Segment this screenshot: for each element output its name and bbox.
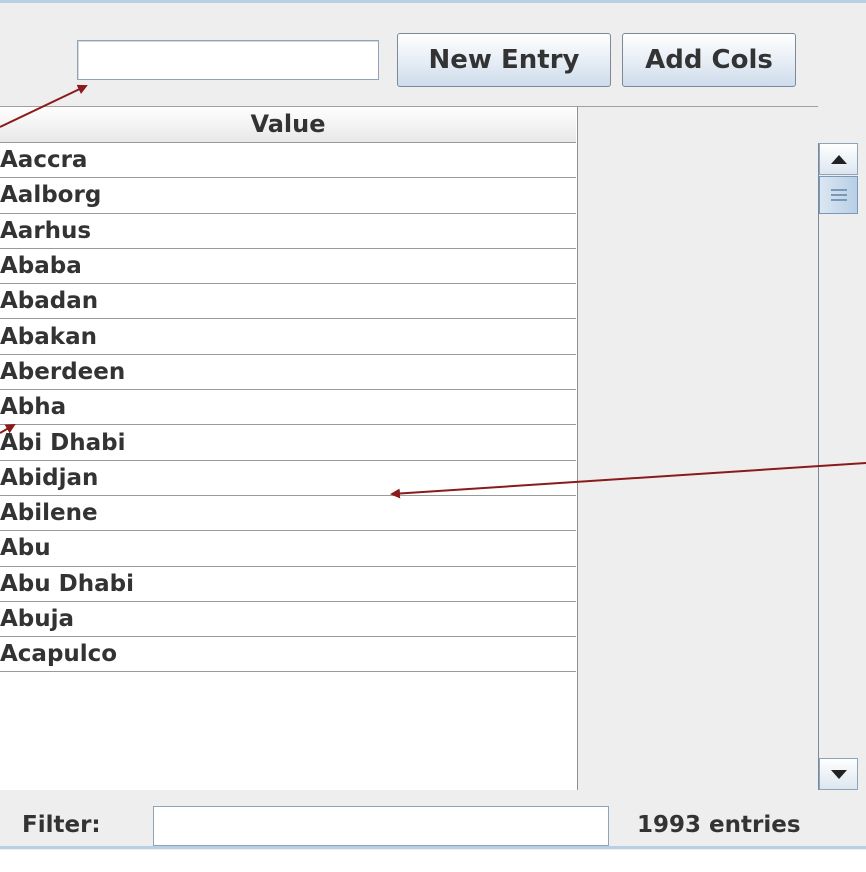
column-header-value[interactable]: Value [0, 106, 576, 143]
table-row[interactable]: Aalborg [0, 178, 576, 214]
cell-value: Acapulco [0, 641, 118, 668]
value-table: Value Aaccra Aalborg Aarhus Ababa Abadan… [0, 106, 578, 790]
table-row[interactable]: Ababa [0, 249, 576, 285]
scroll-thumb[interactable] [819, 176, 858, 214]
table-row[interactable]: Abilene [0, 496, 576, 532]
cell-value: Abi Dhabi [0, 429, 126, 456]
table-row[interactable]: Aarhus [0, 214, 576, 249]
cell-value: Abuja [0, 606, 75, 632]
add-cols-button[interactable]: Add Cols [622, 33, 796, 87]
table-row[interactable]: Acapulco [0, 637, 576, 673]
table-row[interactable]: Aberdeen [0, 355, 576, 391]
cell-value: Aaccra [0, 147, 88, 174]
grip-icon [830, 194, 847, 196]
vertical-scrollbar[interactable] [818, 143, 858, 790]
new-entry-button[interactable]: New Entry [397, 33, 611, 87]
table-empty-viewport [578, 106, 818, 790]
table-row[interactable]: Abadan [0, 284, 576, 320]
table-rows: Aaccra Aalborg Aarhus Ababa Abadan Abaka… [0, 143, 576, 673]
filter-input[interactable] [153, 806, 609, 846]
table-row[interactable]: Abha [0, 390, 576, 426]
scroll-up-button[interactable] [819, 143, 858, 175]
cell-value: Abu [0, 535, 51, 562]
cell-value: Aberdeen [0, 358, 126, 385]
table-row[interactable]: Abu Dhabi [0, 567, 576, 602]
panel-bottom-border [0, 846, 866, 849]
cell-value: Aarhus [0, 217, 92, 244]
table-row[interactable]: Abuja [0, 602, 576, 638]
table-top-border [0, 106, 818, 107]
cell-value: Abha [0, 394, 67, 421]
filter-label: Filter: [22, 812, 101, 838]
grip-icon [830, 189, 847, 191]
new-value-input[interactable] [77, 40, 379, 80]
grip-icon [830, 199, 847, 201]
cell-value: Abadan [0, 288, 99, 315]
arrow-up-icon [830, 154, 847, 164]
cell-value: Abidjan [0, 464, 99, 491]
table-row[interactable]: Abu [0, 531, 576, 567]
cell-value: Ababa [0, 253, 82, 280]
arrow-down-icon [830, 769, 847, 779]
table-row[interactable]: Abidjan [0, 461, 576, 496]
scroll-down-button[interactable] [819, 758, 858, 790]
entries-count: 1993 entries [637, 812, 801, 838]
cell-value: Abakan [0, 323, 97, 350]
table-row[interactable]: Abakan [0, 319, 576, 355]
cell-value: Abilene [0, 500, 98, 527]
table-row[interactable]: Abi Dhabi [0, 425, 576, 461]
cell-value: Aalborg [0, 182, 102, 209]
cell-value: Abu Dhabi [0, 570, 134, 597]
table-row[interactable]: Aaccra [0, 143, 576, 179]
